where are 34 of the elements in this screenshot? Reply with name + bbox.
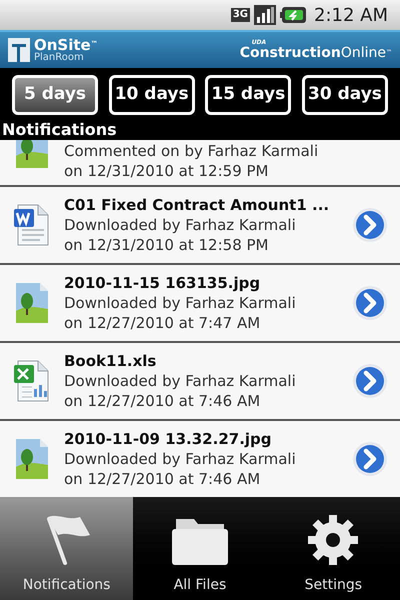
logo-icon (8, 38, 30, 62)
notification-row[interactable]: Commented on by Farhaz Karmali on 12/31/2010 at 12:59 PM (0, 140, 400, 187)
activity-date: on 12/27/2010 at 7:46 AM (64, 391, 262, 411)
activity-date: on 12/27/2010 at 7:46 AM (64, 469, 262, 489)
file-name: 2010-11-15 163135.jpg (64, 273, 262, 293)
network-type-icon: 3G (230, 8, 250, 22)
day-tab[interactable]: 30 days (302, 75, 388, 115)
day-tab[interactable]: 5 days (12, 75, 98, 115)
chevron-icon[interactable] (352, 285, 388, 321)
activity-text: Downloaded by Farhaz Karmali (64, 449, 297, 469)
brand-name: ConstructionOnline$^{™}$ (240, 46, 392, 60)
clock: 2:12 AM (314, 4, 388, 28)
day-tab[interactable]: 10 days (108, 75, 195, 115)
activity-date: on 12/27/2010 at 7:47 AM (64, 313, 262, 333)
logo-subtitle: PlanRoom (34, 52, 85, 62)
activity-text: Downloaded by Farhaz Karmali (64, 293, 297, 313)
nav-tab[interactable]: Notifications (0, 497, 134, 600)
chevron-icon[interactable] (352, 207, 388, 243)
activity-text: Commented on by Farhaz Karmali (64, 141, 320, 161)
file-name: Book11.xls (64, 351, 158, 371)
logo-title: OnSite$^{™}$ (34, 38, 98, 52)
chevron-icon[interactable] (352, 363, 388, 399)
section-title: Notifications (2, 120, 117, 140)
file-name: C01 Fixed Contract Amount1 ... (64, 195, 330, 215)
day-tab[interactable]: 15 days (205, 75, 292, 115)
battery-icon (280, 6, 306, 24)
activity-text: Downloaded by Farhaz Karmali (64, 215, 297, 235)
activity-text: Downloaded by Farhaz Karmali (64, 371, 297, 391)
signal-icon (254, 5, 276, 25)
file-name: 2010-11-09 13.32.27.jpg (64, 429, 273, 449)
activity-date: on 12/31/2010 at 12:59 PM (64, 161, 270, 181)
activity-date: on 12/31/2010 at 12:58 PM (64, 235, 270, 255)
chevron-icon[interactable] (352, 441, 388, 477)
settings-icon (306, 513, 360, 567)
